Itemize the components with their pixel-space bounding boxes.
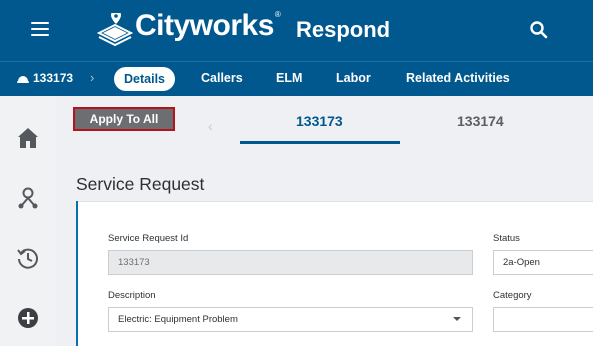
app-header: Cityworks® Respond — [0, 0, 593, 61]
tab-related-activities[interactable]: Related Activities — [406, 71, 510, 85]
description-value: Electric: Equipment Problem — [118, 314, 238, 325]
description-label: Description — [108, 290, 156, 301]
hamburger-menu-icon[interactable] — [31, 22, 49, 38]
product-name: Respond — [296, 17, 391, 42]
chevron-down-icon[interactable] — [453, 317, 461, 321]
status-label: Status — [493, 233, 520, 244]
service-request-id-field: 133173 — [108, 250, 473, 275]
tab-labor[interactable]: Labor — [336, 71, 371, 85]
cityworks-logo — [97, 13, 133, 47]
service-request-id-label: Service Request Id — [108, 233, 189, 244]
add-circle-icon[interactable] — [16, 306, 40, 330]
record-id-breadcrumb[interactable]: 133173 — [17, 71, 73, 85]
left-nav — [0, 96, 56, 346]
chevron-right-icon: › — [90, 70, 95, 85]
active-tab-indicator — [240, 141, 400, 144]
record-id-label: 133173 — [33, 71, 74, 85]
brand-name: Cityworks® — [135, 9, 281, 42]
category-label: Category — [493, 290, 532, 301]
search-icon[interactable] — [529, 20, 549, 40]
people-icon[interactable] — [16, 186, 40, 210]
record-tab-active[interactable]: 133173 — [296, 113, 343, 129]
panel-accent — [76, 201, 78, 346]
record-tabbar: 133173 › Details Callers ELM Labor Relat… — [0, 61, 593, 96]
tab-elm[interactable]: ELM — [276, 71, 302, 85]
tab-details[interactable]: Details — [114, 67, 175, 91]
hard-hat-icon — [17, 75, 29, 83]
section-title: Service Request — [76, 174, 205, 194]
history-icon[interactable] — [16, 246, 40, 270]
chevron-left-icon[interactable]: ‹ — [208, 118, 213, 134]
status-select[interactable]: 2a-Open — [493, 250, 593, 275]
home-icon[interactable] — [16, 126, 40, 150]
record-tab[interactable]: 133174 — [457, 113, 504, 129]
apply-to-all-button[interactable]: Apply To All — [73, 107, 175, 131]
tab-callers[interactable]: Callers — [201, 71, 243, 85]
category-select[interactable] — [493, 307, 593, 332]
description-select[interactable]: Electric: Equipment Problem — [108, 307, 473, 332]
